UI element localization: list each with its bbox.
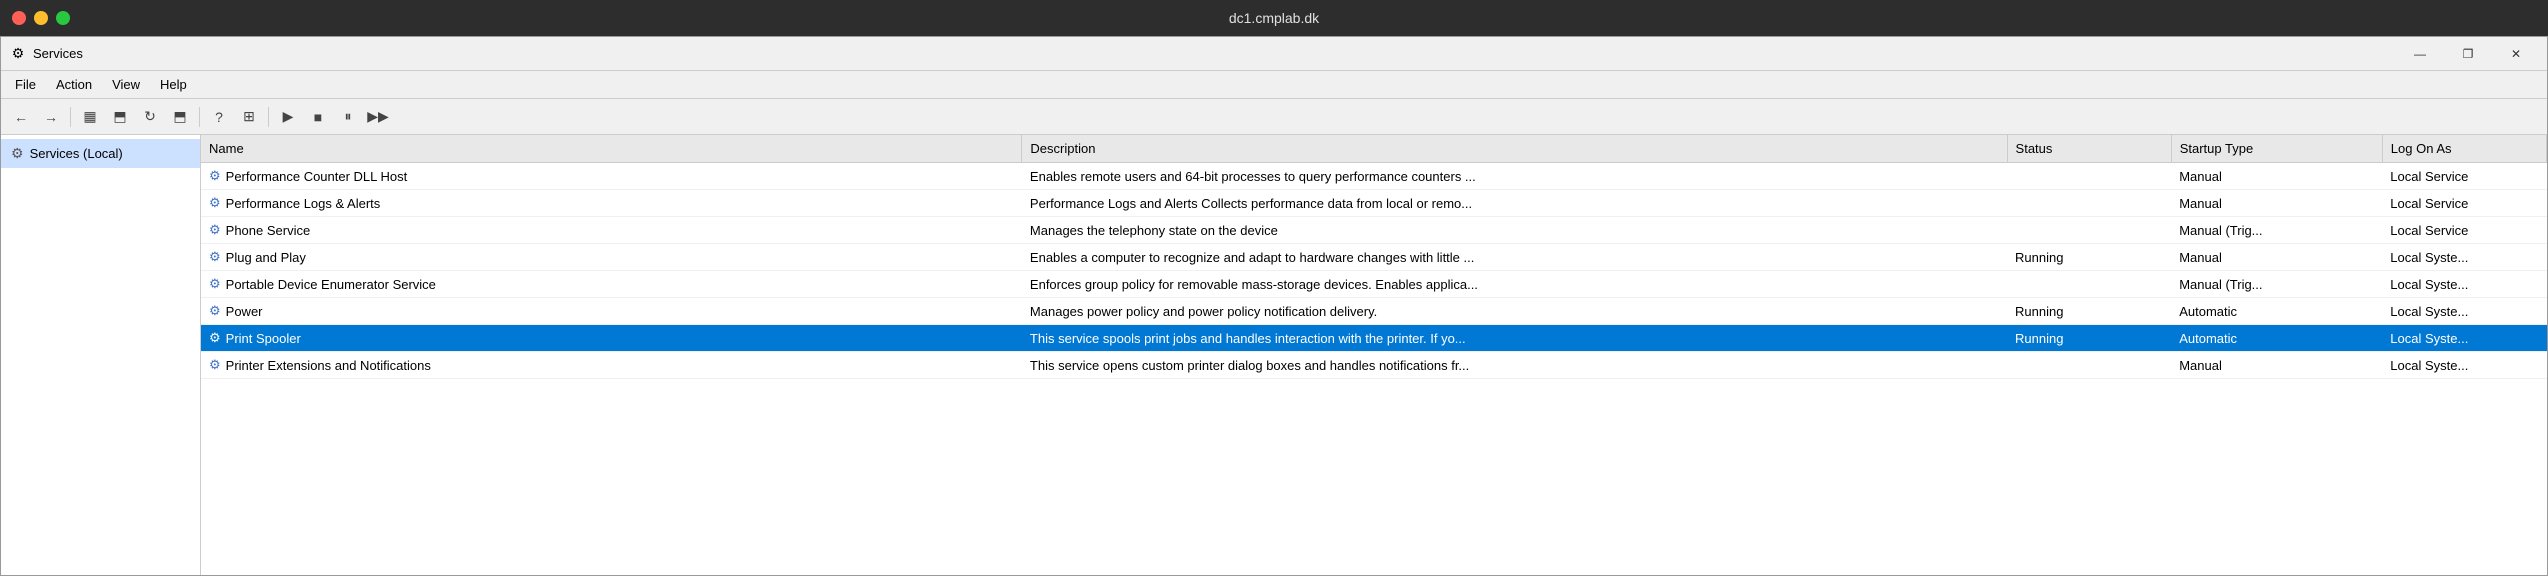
cell-name: ⚙Printer Extensions and Notifications (201, 352, 1022, 379)
cell-description: Enforces group policy for removable mass… (1022, 271, 2007, 298)
table-row[interactable]: ⚙Print SpoolerThis service spools print … (201, 325, 2547, 352)
cell-status (2007, 217, 2171, 244)
toolbar-separator-2 (199, 107, 200, 127)
cell-description: This service opens custom printer dialog… (1022, 352, 2007, 379)
table-row[interactable]: ⚙Performance Logs & AlertsPerformance Lo… (201, 190, 2547, 217)
restart-button[interactable]: ▶▶ (364, 104, 392, 130)
cell-status: Running (2007, 325, 2171, 352)
close-button[interactable]: ✕ (2493, 41, 2539, 67)
col-header-description[interactable]: Description (1022, 135, 2007, 163)
columns-button[interactable]: ⊞ (235, 104, 263, 130)
cell-status (2007, 190, 2171, 217)
minimize-button[interactable]: — (2397, 41, 2443, 67)
cell-status (2007, 352, 2171, 379)
toolbar-separator-1 (70, 107, 71, 127)
pause-button[interactable]: ⏸ (334, 104, 362, 130)
main-content: ⚙ Services (Local) Name Description Stat… (1, 135, 2547, 575)
cell-description: Manages power policy and power policy no… (1022, 298, 2007, 325)
toolbar: ← → ▦ ⬒ ↻ ⬒ ? ⊞ ▶ ■ ⏸ ▶▶ (1, 99, 2547, 135)
cell-name: ⚙Power (201, 298, 1022, 325)
table-row[interactable]: ⚙Plug and PlayEnables a computer to reco… (201, 244, 2547, 271)
table-row[interactable]: ⚙Phone ServiceManages the telephony stat… (201, 217, 2547, 244)
cell-name: ⚙Portable Device Enumerator Service (201, 271, 1022, 298)
cell-description: Enables remote users and 64-bit processe… (1022, 163, 2007, 190)
cell-status: Running (2007, 244, 2171, 271)
titlebar-text: dc1.cmplab.dk (1229, 10, 1319, 26)
cell-startup-type: Manual (2171, 163, 2382, 190)
cell-startup-type: Manual (Trig... (2171, 217, 2382, 244)
cell-logon-as: Local Service (2382, 163, 2546, 190)
close-traffic-light[interactable] (12, 11, 26, 25)
cell-startup-type: Manual (2171, 352, 2382, 379)
menu-action[interactable]: Action (46, 73, 102, 96)
menu-help[interactable]: Help (150, 73, 197, 96)
cell-description: Manages the telephony state on the devic… (1022, 217, 2007, 244)
cell-description: Enables a computer to recognize and adap… (1022, 244, 2007, 271)
table-area[interactable]: Name Description Status Startup Type Log… (201, 135, 2547, 575)
col-header-startup-type[interactable]: Startup Type (2171, 135, 2382, 163)
table-row[interactable]: ⚙Portable Device Enumerator ServiceEnfor… (201, 271, 2547, 298)
cell-startup-type: Automatic (2171, 325, 2382, 352)
col-header-name[interactable]: Name (201, 135, 1022, 163)
cell-logon-as: Local Syste... (2382, 352, 2546, 379)
cell-description: Performance Logs and Alerts Collects per… (1022, 190, 2007, 217)
export-button[interactable]: ⬒ (166, 104, 194, 130)
sidebar: ⚙ Services (Local) (1, 135, 201, 575)
table-row[interactable]: ⚙Printer Extensions and NotificationsThi… (201, 352, 2547, 379)
refresh-button[interactable]: ↻ (136, 104, 164, 130)
play-button[interactable]: ▶ (274, 104, 302, 130)
services-local-icon: ⚙ (11, 145, 24, 162)
cell-status (2007, 163, 2171, 190)
cell-logon-as: Local Syste... (2382, 271, 2546, 298)
cell-status: Running (2007, 298, 2171, 325)
col-header-status[interactable]: Status (2007, 135, 2171, 163)
cell-startup-type: Automatic (2171, 298, 2382, 325)
maximize-traffic-light[interactable] (56, 11, 70, 25)
help-button[interactable]: ? (205, 104, 233, 130)
cell-logon-as: Local Service (2382, 217, 2546, 244)
stop-button[interactable]: ■ (304, 104, 332, 130)
table-row[interactable]: ⚙PowerManages power policy and power pol… (201, 298, 2547, 325)
menu-view[interactable]: View (102, 73, 150, 96)
cell-logon-as: Local Syste... (2382, 325, 2546, 352)
cell-startup-type: Manual (2171, 190, 2382, 217)
cell-name: ⚙Phone Service (201, 217, 1022, 244)
window-controls[interactable]: — ❐ ✕ (2397, 41, 2539, 67)
table-header-row: Name Description Status Startup Type Log… (201, 135, 2547, 163)
services-table: Name Description Status Startup Type Log… (201, 135, 2547, 379)
sidebar-item-services-local[interactable]: ⚙ Services (Local) (1, 139, 200, 168)
col-header-logon-as[interactable]: Log On As (2382, 135, 2546, 163)
cell-description: This service spools print jobs and handl… (1022, 325, 2007, 352)
menu-file[interactable]: File (5, 73, 46, 96)
back-button[interactable]: ← (7, 104, 35, 130)
window-titlebar: ⚙ Services — ❐ ✕ (1, 37, 2547, 71)
cell-logon-as: Local Syste... (2382, 244, 2546, 271)
cell-name: ⚙Plug and Play (201, 244, 1022, 271)
window: ⚙ Services — ❐ ✕ File Action View Help ←… (0, 36, 2548, 576)
cell-name: ⚙Performance Counter DLL Host (201, 163, 1022, 190)
traffic-lights[interactable] (12, 11, 70, 25)
forward-button[interactable]: → (37, 104, 65, 130)
cell-status (2007, 271, 2171, 298)
window-icon: ⚙ (9, 45, 27, 63)
console-button[interactable]: ▦ (76, 104, 104, 130)
cell-startup-type: Manual (Trig... (2171, 271, 2382, 298)
toolbar-separator-3 (268, 107, 269, 127)
menu-bar: File Action View Help (1, 71, 2547, 99)
cell-name: ⚙Print Spooler (201, 325, 1022, 352)
cell-logon-as: Local Service (2382, 190, 2546, 217)
window-title: Services (33, 46, 83, 61)
cell-logon-as: Local Syste... (2382, 298, 2546, 325)
maximize-button[interactable]: ❐ (2445, 41, 2491, 67)
sidebar-item-label: Services (Local) (30, 146, 123, 161)
new-window-button[interactable]: ⬒ (106, 104, 134, 130)
table-row[interactable]: ⚙Performance Counter DLL HostEnables rem… (201, 163, 2547, 190)
minimize-traffic-light[interactable] (34, 11, 48, 25)
title-bar: dc1.cmplab.dk (0, 0, 2548, 36)
cell-name: ⚙Performance Logs & Alerts (201, 190, 1022, 217)
cell-startup-type: Manual (2171, 244, 2382, 271)
